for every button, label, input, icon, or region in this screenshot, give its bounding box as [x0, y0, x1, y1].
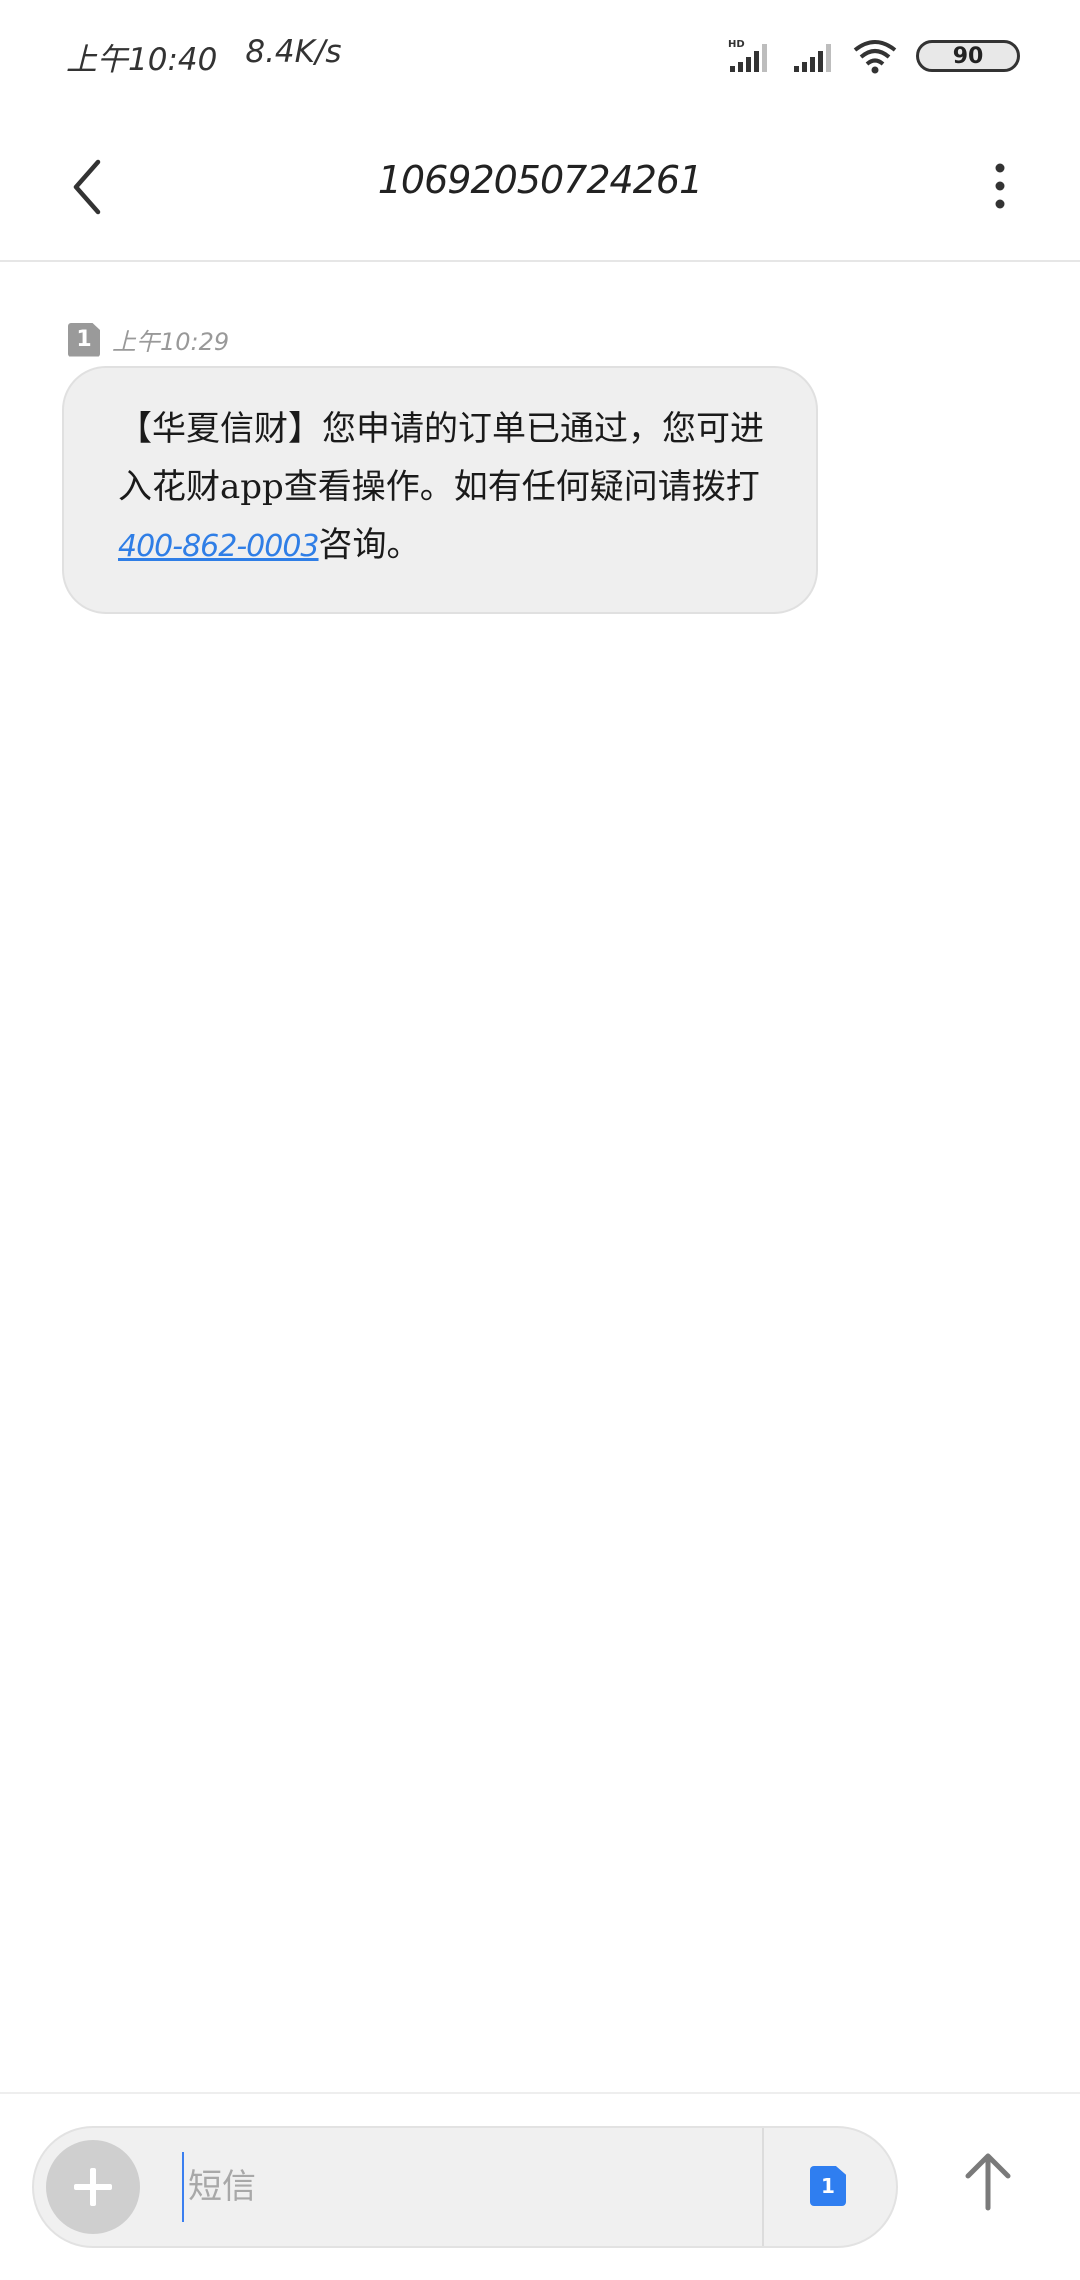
signal-hd-icon: HD — [728, 39, 767, 72]
sim-card-icon: 1 — [68, 322, 100, 357]
add-attachment-button[interactable] — [46, 2140, 140, 2234]
plus-icon — [74, 2168, 112, 2206]
message-bubble[interactable]: 【华夏信财】您申请的订单已通过，您可进入花财app查看操作。如有任何疑问请拨打 4… — [62, 366, 818, 614]
sim-select-button[interactable]: 1 — [810, 2166, 846, 2206]
signal-icon — [794, 44, 831, 72]
message-meta: 1 上午10:29 — [68, 322, 229, 357]
status-bar: 上午10:40 8.4K/s HD 90 — [0, 0, 1080, 110]
composer-divider — [762, 2128, 764, 2246]
composer: 1 — [32, 2126, 898, 2248]
message-text: 【华夏信财】您申请的订单已通过，您可进入花财app查看操作。如有任何疑问请拨打 — [118, 409, 764, 507]
phone-link[interactable]: 400-862-0003 — [118, 529, 320, 564]
network-speed: 8.4K/s — [245, 34, 342, 70]
more-vertical-icon[interactable] — [980, 158, 1020, 218]
status-time: 上午10:40 — [66, 42, 218, 78]
status-left: 上午10:40 8.4K/s — [66, 34, 342, 79]
svg-text:HD: HD — [728, 39, 745, 50]
composer-bar: 1 — [0, 2092, 1080, 2280]
battery-indicator: 90 — [916, 40, 1020, 72]
message-time: 上午10:29 — [112, 328, 230, 356]
conversation-header: 10692050724261 — [0, 110, 1080, 262]
arrow-up-icon[interactable] — [958, 2146, 1018, 2216]
message-text-end: 咨询。 — [318, 525, 421, 565]
wifi-icon — [853, 40, 897, 74]
status-icons: HD 90 — [728, 38, 1020, 74]
page-title: 10692050724261 — [377, 158, 703, 202]
message-input[interactable] — [182, 2152, 782, 2222]
